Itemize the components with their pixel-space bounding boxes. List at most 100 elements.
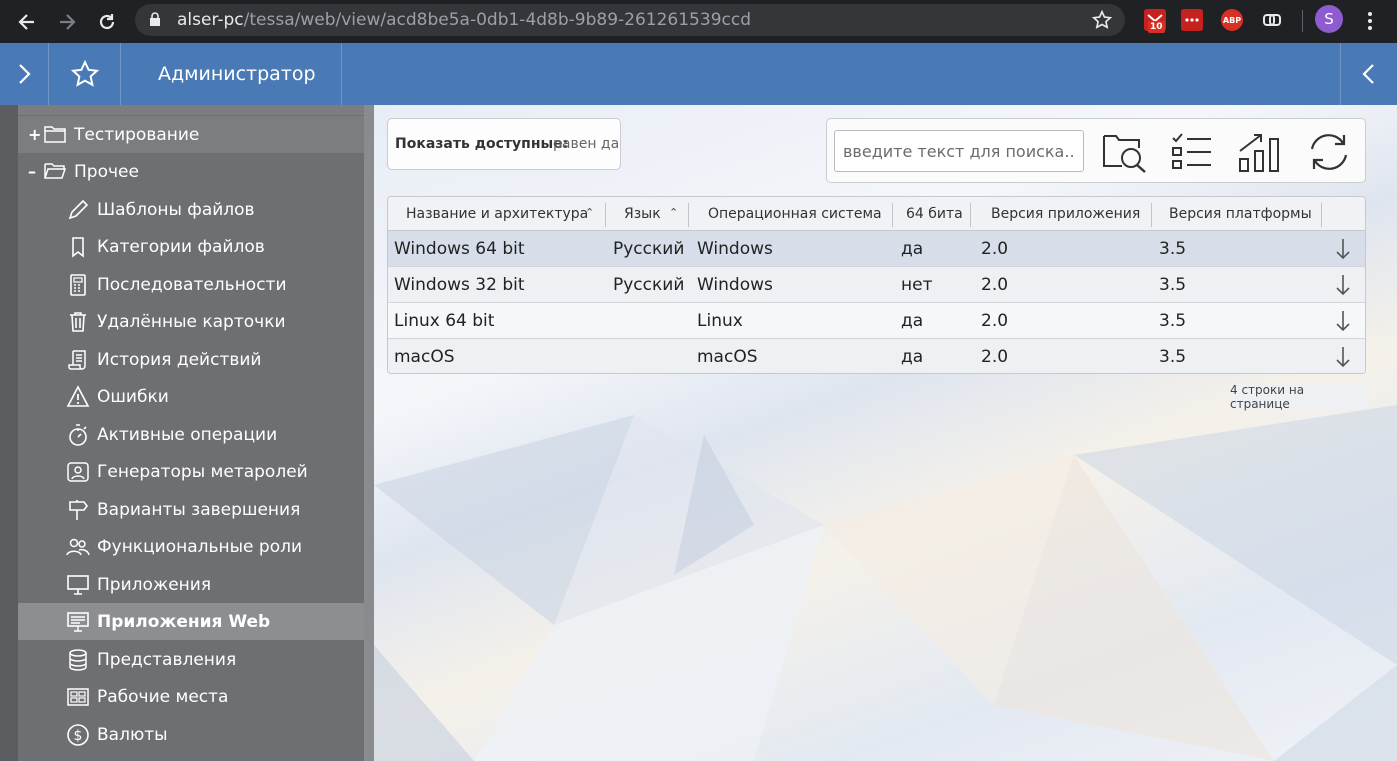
expand-sidebar-button[interactable] — [0, 43, 48, 105]
cell-platform-version: 3.5 — [1159, 347, 1187, 367]
workplace-title: Администратор — [158, 63, 316, 85]
tree-item-label: Удалённые карточки — [97, 311, 286, 332]
header-divider — [341, 43, 342, 105]
collapse-toggle[interactable]: – — [28, 162, 36, 181]
rows-per-page[interactable]: 4 строки на странице — [1230, 383, 1365, 411]
column-header-app-version[interactable]: Версия приложения — [991, 206, 1140, 222]
cell-app-version: 2.0 — [981, 347, 1009, 367]
cell-app-version: 2.0 — [981, 239, 1009, 259]
cell-name: Windows 32 bit — [394, 275, 525, 295]
tree-item-label: Активные операции — [97, 424, 278, 445]
cell-language: Русский — [613, 239, 685, 259]
forward-button[interactable] — [52, 7, 82, 37]
filter-label: Показать доступные: — [395, 136, 569, 152]
tree-item-completion-options[interactable]: Варианты завершения — [18, 491, 364, 528]
tree-item-label: Последовательности — [97, 274, 287, 295]
adblock-extension-icon[interactable]: ABP — [1221, 9, 1243, 31]
cell-64bit: да — [901, 239, 924, 259]
sort-asc-icon[interactable]: ⌃ — [585, 206, 594, 219]
folder-icon — [44, 126, 66, 143]
cell-language: Русский — [613, 275, 685, 295]
tree-item-metarole-generators[interactable]: Генераторы метаролей — [18, 453, 364, 490]
tree-item-file-templates[interactable]: Шаблоны файлов — [18, 191, 364, 228]
collapse-right-panel-button[interactable] — [1341, 43, 1397, 105]
open-folder-icon — [44, 163, 66, 179]
bookmark-star-icon[interactable] — [1091, 9, 1113, 31]
tree-item-applications[interactable]: Приложения — [18, 566, 364, 603]
scroll-icon — [68, 350, 86, 370]
column-resizer[interactable] — [970, 203, 971, 227]
role-generator-icon — [67, 462, 89, 482]
tree-item-currencies[interactable]: $ Валюты — [18, 716, 364, 753]
tree-item-action-history[interactable]: История действий — [18, 341, 364, 378]
folder-search-icon — [1103, 135, 1146, 173]
tree-item-label: Варианты завершения — [97, 499, 301, 520]
chart-button[interactable] — [1235, 129, 1285, 175]
link-extension-icon[interactable] — [1261, 9, 1283, 31]
tree-group-other[interactable]: – Прочее — [18, 153, 364, 190]
table-row[interactable]: Windows 32 bit Русский Windows нет 2.0 3… — [388, 267, 1365, 303]
more-menu-icon[interactable] — [1360, 8, 1380, 34]
checklist-icon — [1172, 133, 1211, 169]
tree-item-deleted-cards[interactable]: Удалённые карточки — [18, 303, 364, 340]
back-button[interactable] — [12, 7, 42, 37]
tree-item-label: Шаблоны файлов — [97, 199, 255, 220]
tree-group-label: Тестирование — [74, 124, 200, 145]
refresh-button[interactable] — [1304, 129, 1354, 175]
web-app-icon — [67, 612, 89, 632]
sort-asc-icon[interactable]: ⌃ — [669, 206, 678, 219]
trash-icon — [70, 312, 86, 332]
refresh-icon — [1310, 134, 1348, 170]
cell-64bit: да — [901, 311, 924, 331]
download-arrow-icon[interactable] — [1335, 237, 1351, 261]
column-resizer[interactable] — [1321, 203, 1322, 227]
tree-item-views[interactable]: Представления — [18, 641, 364, 678]
download-arrow-icon[interactable] — [1335, 345, 1351, 369]
back-arrow-icon — [18, 14, 34, 30]
download-arrow-icon[interactable] — [1335, 309, 1351, 333]
cell-os: Linux — [697, 311, 743, 331]
select-columns-button[interactable] — [1167, 129, 1217, 175]
reload-button[interactable] — [92, 7, 122, 37]
lock-icon — [150, 12, 160, 26]
column-header-os[interactable]: Операционная система — [708, 206, 882, 222]
tree-item-workplaces[interactable]: Рабочие места — [18, 678, 364, 715]
profile-avatar[interactable]: S — [1315, 5, 1343, 33]
tree-item-partial — [18, 105, 364, 115]
address-bar[interactable]: alser-pc/tessa/web/view/acd8be5a-0db1-4d… — [135, 4, 1125, 36]
sidebar-gutter — [0, 105, 18, 761]
column-header-name[interactable]: Название и архитектура — [406, 206, 588, 222]
tree-item-file-categories[interactable]: Категории файлов — [18, 228, 364, 265]
search-input[interactable] — [834, 130, 1084, 172]
column-resizer[interactable] — [688, 203, 689, 227]
favorites-button[interactable] — [49, 43, 120, 105]
search-button[interactable] — [1100, 129, 1150, 175]
column-header-platform-version[interactable]: Версия платформы — [1169, 206, 1312, 222]
column-header-language[interactable]: Язык — [624, 206, 661, 222]
column-resizer[interactable] — [605, 203, 606, 227]
tree-item-label: Рабочие места — [97, 686, 229, 707]
workplaces-icon — [67, 688, 89, 706]
tree-item-web-applications[interactable]: Приложения Web — [18, 603, 364, 640]
cell-platform-version: 3.5 — [1159, 311, 1187, 331]
data-grid: Название и архитектура ⌃ Язык ⌃ Операцио… — [387, 196, 1366, 374]
tree-item-functional-roles[interactable]: Функциональные роли — [18, 528, 364, 565]
table-row[interactable]: macOS macOS да 2.0 3.5 — [388, 339, 1365, 373]
column-resizer[interactable] — [892, 203, 893, 227]
download-arrow-icon[interactable] — [1335, 273, 1351, 297]
tree-item-sequences[interactable]: Последовательности — [18, 266, 364, 303]
tree-item-label: Функциональные роли — [97, 536, 303, 557]
tree-group-testing[interactable]: + Тестирование — [18, 116, 364, 153]
cell-name: Linux 64 bit — [394, 311, 495, 331]
tree-item-active-operations[interactable]: Активные операции — [18, 416, 364, 453]
expand-toggle[interactable]: + — [28, 125, 41, 144]
column-header-64bit[interactable]: 64 бита — [906, 206, 963, 222]
table-row[interactable]: Linux 64 bit Linux да 2.0 3.5 — [388, 303, 1365, 339]
filter-available[interactable]: Показать доступные: равен да — [387, 118, 621, 170]
column-resizer[interactable] — [1151, 203, 1152, 227]
tree-item-errors[interactable]: Ошибки — [18, 378, 364, 415]
lastpass-extension-icon[interactable] — [1181, 9, 1203, 31]
table-row[interactable]: Windows 64 bit Русский Windows да 2.0 3.… — [388, 231, 1365, 267]
sidebar-splitter[interactable] — [364, 105, 374, 761]
cell-os: macOS — [697, 347, 758, 367]
